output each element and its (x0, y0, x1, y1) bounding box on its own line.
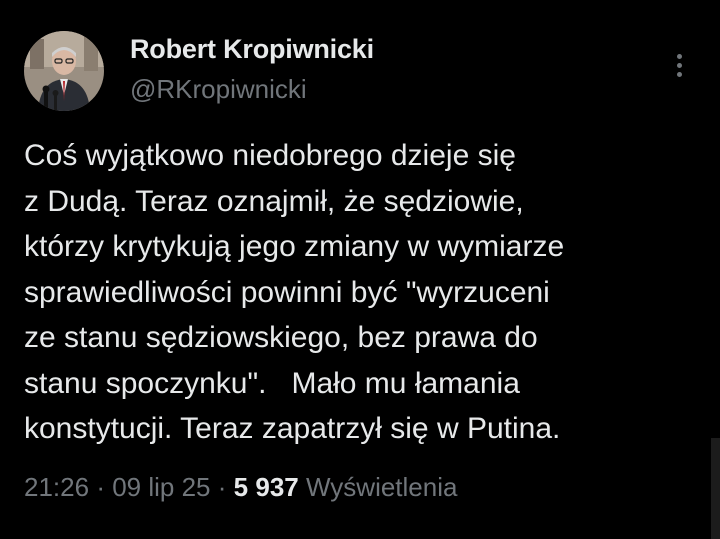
more-vertical-icon (676, 53, 682, 59)
author-handle[interactable]: @RKropiwnicki (130, 74, 307, 105)
tweet-timestamp-link[interactable]: 21:26 · 09 lip 25 (24, 472, 211, 502)
tweet-time: 21:26 (24, 472, 90, 502)
meta-separator: · (96, 472, 105, 502)
tweet-text-line: stanu spoczynku". Mało mu łamania (24, 366, 520, 400)
avatar-photo-icon (24, 31, 104, 111)
more-options-button[interactable] (664, 48, 694, 82)
tweet-text: Coś wyjątkowo niedobrego dzieje się z Du… (24, 133, 704, 452)
tweet-date: 09 lip 25 (112, 472, 211, 502)
tweet-text-line: z Dudą. Teraz oznajmił, że sędziowie, (24, 184, 524, 218)
tweet-text-line: sprawiedliwości powinni być "wyrzuceni (24, 275, 550, 309)
tweet: Robert Kropiwnicki @RKropiwnicki Coś wyj… (0, 0, 720, 539)
tweet-metadata: 21:26 · 09 lip 25 · 5 937 Wyświetlenia (24, 472, 457, 503)
views-count: 5 937 (233, 472, 299, 502)
views-label: Wyświetlenia (305, 472, 458, 502)
meta-separator: · (217, 472, 227, 502)
scrollbar-edge[interactable] (711, 438, 720, 539)
tweet-text-line: Coś wyjątkowo niedobrego dzieje się (24, 139, 516, 172)
author-name[interactable]: Robert Kropiwnicki (130, 34, 374, 65)
tweet-text-line: ze stanu sędziowskiego, bez prawa do (24, 321, 538, 354)
more-vertical-icon (676, 62, 682, 68)
tweet-text-line: którzy krytykują jego zmiany w wymiarze (24, 230, 565, 263)
author-avatar[interactable] (24, 31, 104, 111)
more-vertical-icon (676, 71, 682, 77)
tweet-text-line: konstytucji. Teraz zapatrzył się w Putin… (24, 412, 561, 445)
